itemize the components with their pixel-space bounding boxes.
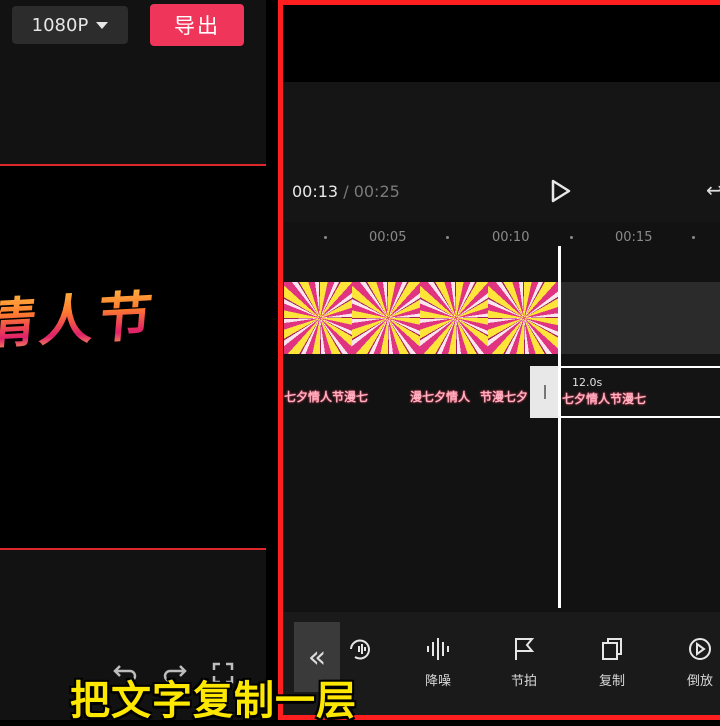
noise-reduce-icon [427,638,449,660]
text-clip[interactable]: 漫七夕情人 [410,388,470,405]
tool-reverse[interactable]: 倒放 [670,636,720,689]
panel-divider [266,0,278,720]
current-time: 00:13 [292,182,339,201]
tool-label: 节拍 [510,674,537,689]
chevron-down-icon [96,21,109,29]
ruler-tick: 00:15 [615,230,653,245]
tool-noise-reduce-partial[interactable] [330,636,390,662]
clip-duration: 12.0s [572,376,603,389]
tool-noise-reduce[interactable]: 降噪 [408,636,468,689]
track-area: 七夕情人节漫七 漫七夕情人 节漫七夕 12.0s 七夕情人节漫七 [278,256,720,702]
video-track-empty [560,282,720,354]
tool-label: 倒放 [686,674,713,689]
subtitle-caption: 把文字复制一层 [70,678,357,724]
export-button[interactable]: 导出 [150,4,244,46]
clip-trim-handle[interactable] [530,366,560,418]
beat-flag-icon [515,638,535,660]
video-preview: 情人节 [0,164,266,550]
copy-icon [602,638,622,660]
resolution-dropdown[interactable]: 1080P [12,6,128,44]
playback-bar: 00:13 / 00:25 [278,82,720,222]
preview-title-text: 情人节 [0,272,160,360]
time-separator: / [343,182,349,201]
ruler-tick: 00:05 [369,230,407,245]
video-clip[interactable] [284,282,560,354]
text-clip[interactable]: 节漫七夕 [480,388,528,405]
timecode: 00:13 / 00:25 [292,182,400,201]
tool-copy[interactable]: 复制 [582,636,642,689]
text-clip[interactable]: 七夕情人节漫七 [284,388,368,405]
ruler-dot [692,236,695,239]
reverse-icon [689,638,711,660]
redo-icon-partial[interactable]: ↩ [706,178,720,202]
audio-wave-circle-icon [350,639,370,660]
ruler-dot [570,236,573,239]
timeline-panel: 00:13 / 00:25 ↩ 00:05 00:10 00:15 七夕情人节漫… [278,0,720,720]
ruler-dot [324,236,327,239]
top-bar [278,0,720,84]
export-panel: 1080P 导出 情人节 [0,0,266,720]
selected-clip-text: 七夕情人节漫七 [562,392,647,406]
tool-label: 复制 [598,674,625,689]
tool-label: 降噪 [424,674,451,689]
playhead[interactable] [558,246,561,608]
ruler-dot [446,236,449,239]
resolution-label: 1080P [31,14,89,36]
tool-beat[interactable]: 节拍 [494,636,554,689]
ruler-tick: 00:10 [492,230,530,245]
time-ruler[interactable]: 00:05 00:10 00:15 [278,222,720,256]
play-icon[interactable] [550,178,572,204]
total-time: 00:25 [353,182,400,201]
